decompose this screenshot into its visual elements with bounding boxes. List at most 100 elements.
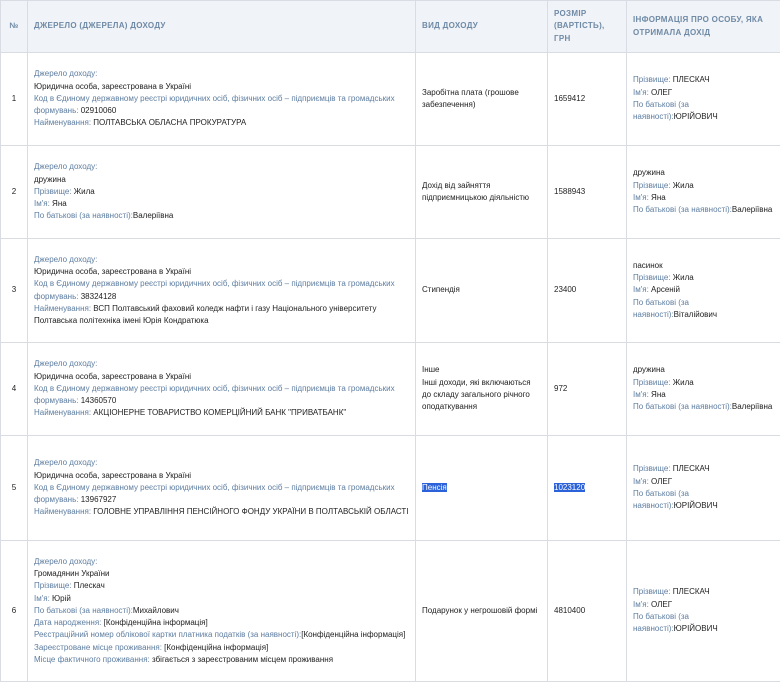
source-cell-line: Джерело доходу:: [34, 358, 409, 370]
source-cell: Джерело доходу:Юридична особа, зареєстро…: [28, 239, 416, 343]
field-value: [Конфіденційна інформація]: [101, 618, 207, 627]
field-label: Найменування:: [34, 118, 91, 127]
amount-cell: 1588943: [548, 146, 627, 239]
source-cell-line: Юридична особа, зареєстрована в Україні: [34, 470, 409, 482]
field-value: АКЦІОНЕРНЕ ТОВАРИСТВО КОМЕРЦІЙНИЙ БАНК "…: [91, 408, 346, 417]
income-type: Заробітна плата (грошове забезпечення): [422, 87, 541, 112]
person-cell-line: Прізвище: Жила: [633, 272, 774, 284]
source-cell-line: Юридична особа, зареєстрована в Україні: [34, 371, 409, 383]
source-cell-line: Зареєстроване місце проживання: [Конфіде…: [34, 642, 409, 654]
source-cell-line: Ім'я: Яна: [34, 198, 409, 210]
income-type-cell: Дохід від зайняття підприємницькою діяль…: [416, 146, 548, 239]
field-label: Прізвище:: [633, 378, 671, 387]
field-label: Джерело доходу:: [34, 458, 97, 467]
field-label: По батькові (за наявності):: [633, 402, 732, 411]
amount-cell: 4810400: [548, 541, 627, 682]
income-type: Інше: [422, 364, 541, 376]
field-label: Ім'я:: [633, 285, 649, 294]
field-value: Валеріївна: [133, 211, 173, 220]
table-row: 5Джерело доходу:Юридична особа, зареєстр…: [1, 436, 780, 541]
field-label: Джерело доходу:: [34, 557, 97, 566]
source-cell-line: Код в Єдиному державному реєстрі юридичн…: [34, 93, 409, 118]
source-cell-line: Джерело доходу:: [34, 556, 409, 568]
income-type: Подарунок у негрошовій формі: [422, 605, 541, 617]
header-source: ДЖЕРЕЛО (ДЖЕРЕЛА) ДОХОДУ: [28, 1, 416, 53]
field-value: 02910060: [79, 106, 117, 115]
field-value: ОЛЕГ: [649, 600, 672, 609]
field-value: дружина: [34, 175, 66, 184]
person-cell-line: Прізвище: Жила: [633, 377, 774, 389]
table-body: 1Джерело доходу:Юридична особа, зареєстр…: [1, 53, 780, 682]
field-value: ОЛЕГ: [649, 477, 672, 486]
table-row: 3Джерело доходу:Юридична особа, зареєстр…: [1, 239, 780, 343]
table-header: № ДЖЕРЕЛО (ДЖЕРЕЛА) ДОХОДУ ВИД ДОХОДУ РО…: [1, 1, 780, 53]
person-cell-line: пасинок: [633, 260, 774, 272]
table-row: 6Джерело доходу:Громадянин УкраїниПрізви…: [1, 541, 780, 682]
income-table: № ДЖЕРЕЛО (ДЖЕРЕЛА) ДОХОДУ ВИД ДОХОДУ РО…: [0, 0, 780, 682]
field-value: Валеріївна: [732, 402, 772, 411]
table-row: 4Джерело доходу:Юридична особа, зареєстр…: [1, 343, 780, 436]
person-cell-line: Ім'я: Яна: [633, 389, 774, 401]
field-value: пасинок: [633, 261, 663, 270]
field-label: Джерело доходу:: [34, 69, 97, 78]
source-cell-line: Джерело доходу:: [34, 457, 409, 469]
field-value: Валеріївна: [732, 205, 772, 214]
field-label: Реєстраційний номер облікової картки пла…: [34, 630, 301, 639]
person-cell-line: По батькові (за наявності):Валеріївна: [633, 401, 774, 413]
field-value: Юридична особа, зареєстрована в Україні: [34, 82, 191, 91]
person-cell-line: Прізвище: ПЛЕСКАЧ: [633, 74, 774, 86]
field-value: Яна: [649, 390, 666, 399]
field-value: Юридична особа, зареєстрована в Україні: [34, 267, 191, 276]
field-label: Прізвище:: [633, 273, 671, 282]
source-cell-line: По батькові (за наявності):Валеріївна: [34, 210, 409, 222]
field-label: Ім'я:: [633, 88, 649, 97]
person-cell-line: Ім'я: Яна: [633, 192, 774, 204]
person-cell-line: Ім'я: Арсеній: [633, 284, 774, 296]
field-label: Дата народження:: [34, 618, 101, 627]
income-type-cell: Стипендія: [416, 239, 548, 343]
header-amount: РОЗМІР (ВАРТІСТЬ), ГРН: [548, 1, 627, 53]
person-cell: Прізвище: ПЛЕСКАЧІм'я: ОЛЕГПо батькові (…: [627, 53, 780, 146]
field-value: збігається з зареєстрованим місцем прожи…: [150, 655, 333, 664]
person-cell: пасинокПрізвище: ЖилаІм'я: АрсенійПо бат…: [627, 239, 780, 343]
person-cell: дружинаПрізвище: ЖилаІм'я: ЯнаПо батьков…: [627, 146, 780, 239]
field-label: Ім'я:: [633, 477, 649, 486]
person-cell-line: По батькові (за наявності):ЮРІЙОВИЧ: [633, 488, 774, 513]
source-cell: Джерело доходу:Громадянин УкраїниПрізвищ…: [28, 541, 416, 682]
field-label: Ім'я:: [34, 594, 50, 603]
field-value: ГОЛОВНЕ УПРАВЛІННЯ ПЕНСІЙНОГО ФОНДУ УКРА…: [91, 507, 408, 516]
person-cell-line: По батькові (за наявності):ЮРІЙОВИЧ: [633, 99, 774, 124]
income-type-cell: Подарунок у негрошовій формі: [416, 541, 548, 682]
source-cell: Джерело доходу: Юридична особа, зареєстро…: [28, 53, 416, 146]
source-cell-line: Дата народження: [Конфіденційна інформац…: [34, 617, 409, 629]
source-cell-line: Найменування: ПОЛТАВСЬКА ОБЛАСНА ПРОКУРА…: [34, 117, 409, 129]
person-cell-line: дружина: [633, 167, 774, 179]
field-value: Юридична особа, зареєстрована в Україні: [34, 372, 191, 381]
field-value: ЮРІЙОВИЧ: [674, 501, 718, 510]
source-cell: Джерело доходу:дружинаПрізвище: ЖилаІм'я…: [28, 146, 416, 239]
field-value: ПЛЕСКАЧ: [671, 587, 710, 596]
field-label: Ім'я:: [633, 600, 649, 609]
source-cell-line: дружина: [34, 174, 409, 186]
table-row: 2Джерело доходу:дружинаПрізвище: ЖилаІм'…: [1, 146, 780, 239]
field-label: По батькові (за наявності):: [34, 211, 133, 220]
field-value: дружина: [633, 365, 665, 374]
person-cell-line: Прізвище: Жила: [633, 180, 774, 192]
field-value: Жила: [671, 273, 694, 282]
field-value: 14360570: [79, 396, 117, 405]
income-type: Стипендія: [422, 284, 541, 296]
income-type: Дохід від зайняття підприємницькою діяль…: [422, 180, 541, 205]
field-label: Найменування:: [34, 408, 91, 417]
source-cell-line: Джерело доходу:: [34, 161, 409, 173]
source-cell-line: Найменування: АКЦІОНЕРНЕ ТОВАРИСТВО КОМЕ…: [34, 407, 409, 419]
field-value: ЮРІЙОВИЧ: [674, 112, 718, 121]
amount-cell: 1659412: [548, 53, 627, 146]
person-cell: Прізвище: ПЛЕСКАЧІм'я: ОЛЕГПо батькові (…: [627, 541, 780, 682]
source-cell-line: Код в Єдиному державному реєстрі юридичн…: [34, 482, 409, 507]
person-cell-line: Ім'я: ОЛЕГ: [633, 476, 774, 488]
income-type-cell: Пенсія: [416, 436, 548, 541]
field-value: Михайлович: [133, 606, 179, 615]
source-cell-line: Код в Єдиному державному реєстрі юридичн…: [34, 278, 409, 303]
source-cell: Джерело доходу: Юридична особа, зареєстро…: [28, 436, 416, 541]
table-row: 1Джерело доходу:Юридична особа, зареєстр…: [1, 53, 780, 146]
